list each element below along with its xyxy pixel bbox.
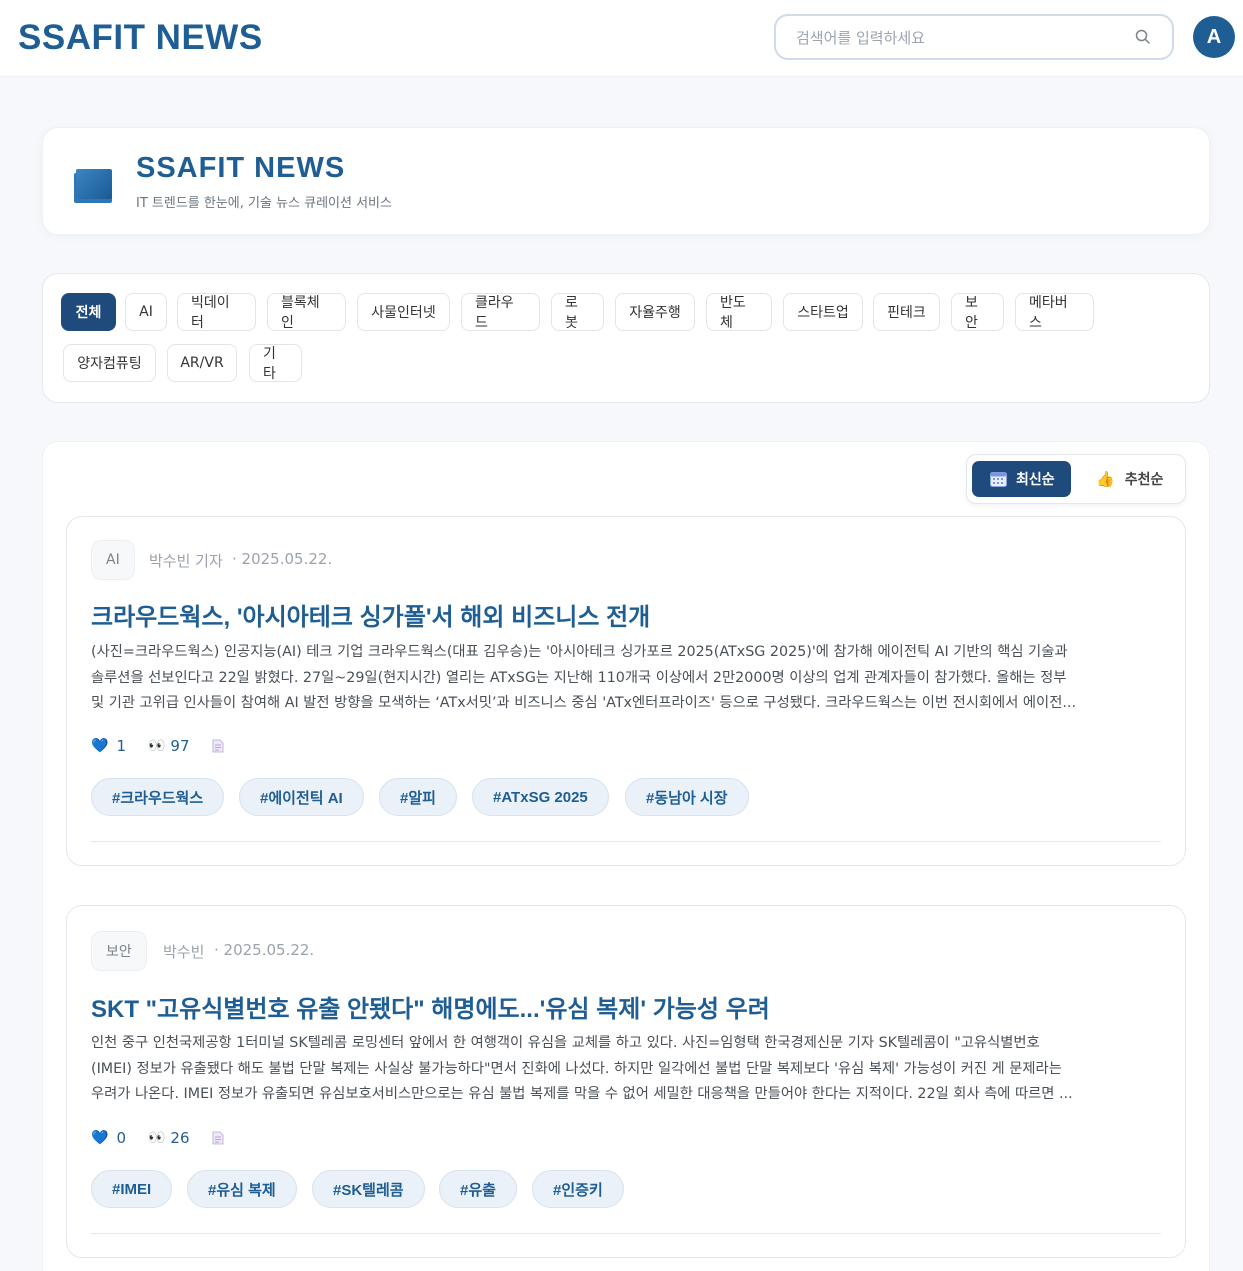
category-chip-metaverse[interactable]: 메타버스 <box>1015 293 1094 331</box>
card-divider <box>91 841 1161 842</box>
category-chip-fintech[interactable]: 핀테크 <box>873 293 940 331</box>
article-title[interactable]: 크라우드웍스, '아시아테크 싱가폴'서 해외 비즈니스 전개 <box>91 597 650 632</box>
article-tag[interactable]: #유심 복제 <box>187 1170 297 1208</box>
article-category-badge: AI <box>91 540 135 580</box>
hero-title: SSAFIT NEWS <box>136 152 346 184</box>
category-chip-security[interactable]: 보안 <box>951 293 1004 331</box>
like-count-value: 1 <box>116 737 126 755</box>
newspaper-logo-icon <box>74 169 112 203</box>
article-stats: 💙 0 👀 26 <box>91 1129 224 1147</box>
like-count[interactable]: 💙 0 <box>91 1129 126 1147</box>
category-chip-cloud[interactable]: 클라우드 <box>461 293 540 331</box>
category-chip-etc[interactable]: 기타 <box>249 344 302 382</box>
article-stats: 💙 1 👀 97 <box>91 737 224 755</box>
article-tag[interactable]: #동남아 시장 <box>625 778 749 816</box>
summary-line: (사진=크라우드웍스) 인공지능(AI) 테크 기업 크라우드웍스(대표 김우승… <box>91 644 1068 660</box>
article-summary: 인천 중구 인천국제공항 1터미널 SK텔레콤 로밍센터 앞에서 한 여행객이 … <box>91 1031 1111 1108</box>
summary-line: 솔루션을 선보인다고 22일 밝혔다. 27일~29일(현지시간) 열리는 AT… <box>91 669 1067 686</box>
user-avatar[interactable]: A <box>1193 16 1235 58</box>
article-date: · 2025.05.22. <box>232 550 333 568</box>
like-count[interactable]: 💙 1 <box>91 737 126 755</box>
article-tag[interactable]: #유출 <box>439 1170 517 1208</box>
summary-line: 우려가 나온다. IMEI 정보가 유출되면 유심보호서비스만으로는 유심 불법… <box>91 1086 1073 1103</box>
document-icon[interactable] <box>212 739 224 753</box>
category-chip-iot[interactable]: 사물인터넷 <box>357 293 450 331</box>
card-divider <box>91 1233 1161 1234</box>
article-card[interactable]: 보안 박수빈 · 2025.05.22. SKT "고유식별번호 유출 안됐다"… <box>66 905 1186 1258</box>
article-date: · 2025.05.22. <box>214 941 315 959</box>
article-tag[interactable]: #ATxSG 2025 <box>472 778 609 816</box>
sort-latest-label: 최신순 <box>1016 472 1055 488</box>
article-summary: (사진=크라우드웍스) 인공지능(AI) 테크 기업 크라우드웍스(대표 김우승… <box>91 640 1111 717</box>
category-chip-arvr[interactable]: AR/VR <box>167 344 237 382</box>
thumbs-up-icon: 👍 <box>1096 470 1115 488</box>
top-navbar: SSAFIT NEWS A <box>0 0 1243 77</box>
eyes-icon: 👀 <box>147 738 166 754</box>
hero-subtitle: IT 트렌드를 한눈에, 기술 뉴스 큐레이션 서비스 <box>136 196 392 211</box>
view-count-value: 26 <box>170 1129 190 1147</box>
category-chip-all[interactable]: 전체 <box>61 293 116 331</box>
category-chip-ai[interactable]: AI <box>125 293 167 331</box>
summary-line: 인천 중구 인천국제공항 1터미널 SK텔레콤 로밍센터 앞에서 한 여행객이 … <box>91 1035 1040 1051</box>
article-card[interactable]: AI 박수빈 기자 · 2025.05.22. 크라우드웍스, '아시아테크 싱… <box>66 516 1186 866</box>
sort-latest-button[interactable]: 최신순 <box>972 461 1071 497</box>
article-tag[interactable]: #IMEI <box>91 1170 173 1208</box>
like-count-value: 0 <box>116 1129 126 1147</box>
document-icon[interactable] <box>212 1131 224 1145</box>
search-icon[interactable] <box>1134 28 1152 46</box>
brand-logo[interactable]: SSAFIT NEWS <box>18 17 263 59</box>
eyes-icon: 👀 <box>147 1130 166 1146</box>
summary-line: 및 기관 고위급 인사들이 참여해 AI 발전 방향을 모색하는 ‘ATx서밋’… <box>91 695 1076 712</box>
category-chip-robot[interactable]: 로봇 <box>551 293 604 331</box>
category-filter-panel: 전체 AI 빅데이터 블록체인 사물인터넷 클라우드 로봇 자율주행 반도체 스… <box>42 273 1210 403</box>
sort-recommended-label: 추천순 <box>1124 472 1164 488</box>
article-reporter: 박수빈 기자 <box>149 552 223 570</box>
article-tag[interactable]: #에이전틱 AI <box>239 778 364 816</box>
article-title[interactable]: SKT "고유식별번호 유출 안됐다" 해명에도...'유심 복제' 가능성 우… <box>91 989 770 1024</box>
sort-toggle: 최신순 👍 추천순 <box>966 454 1186 504</box>
view-count: 👀 97 <box>148 737 190 755</box>
category-chip-autonomous[interactable]: 자율주행 <box>615 293 695 331</box>
article-tag[interactable]: #알피 <box>379 778 457 816</box>
calendar-icon <box>990 472 1007 487</box>
heart-icon: 💙 <box>91 738 109 754</box>
category-chip-semiconductor[interactable]: 반도체 <box>706 293 772 331</box>
article-tag[interactable]: #인증키 <box>532 1170 624 1208</box>
hero-banner: SSAFIT NEWS IT 트렌드를 한눈에, 기술 뉴스 큐레이션 서비스 <box>42 127 1210 235</box>
article-reporter: 박수빈 <box>163 943 205 961</box>
article-category-badge: 보안 <box>91 931 147 971</box>
search-input[interactable] <box>796 26 1126 50</box>
category-chip-startup[interactable]: 스타트업 <box>783 293 863 331</box>
heart-icon: 💙 <box>91 1130 109 1146</box>
article-tag[interactable]: #크라우드웍스 <box>91 778 225 816</box>
summary-line: (IMEI) 정보가 유출됐다 해도 불법 단말 복제는 사실상 불가능하다"면… <box>91 1060 1062 1077</box>
category-chip-quantum[interactable]: 양자컴퓨팅 <box>63 344 156 382</box>
search-box[interactable] <box>774 14 1174 60</box>
view-count-value: 97 <box>170 737 190 755</box>
category-chip-blockchain[interactable]: 블록체인 <box>267 293 346 331</box>
view-count: 👀 26 <box>148 1129 190 1147</box>
article-tag[interactable]: #SK텔레콤 <box>312 1170 425 1208</box>
category-chip-bigdata[interactable]: 빅데이터 <box>177 293 256 331</box>
sort-recommended-button[interactable]: 👍 추천순 <box>1081 461 1181 497</box>
